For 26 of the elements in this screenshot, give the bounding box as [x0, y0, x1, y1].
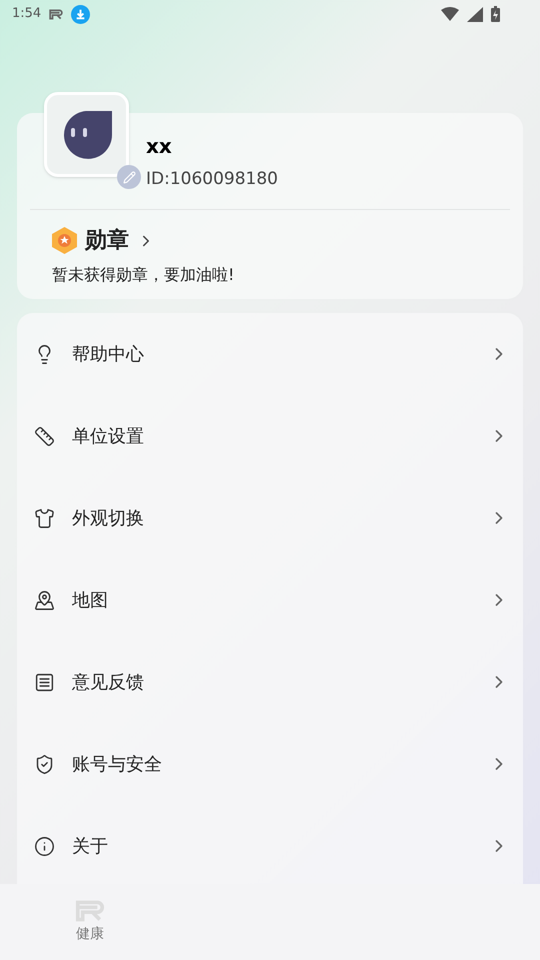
- battery-icon: [491, 6, 500, 22]
- download-icon: [71, 4, 90, 24]
- menu-item[interactable]: 单位设置: [17, 395, 523, 477]
- menu-item[interactable]: 账号与安全: [17, 723, 523, 805]
- menu-item[interactable]: 关于: [17, 805, 523, 884]
- pencil-icon: [122, 170, 136, 184]
- user-id: ID:1060098180: [146, 168, 279, 191]
- shirt-icon: [34, 508, 55, 528]
- user-name: xx: [146, 133, 173, 160]
- map-pin-icon: [34, 590, 55, 610]
- medal-icon: [52, 227, 77, 254]
- shield-icon: [34, 754, 55, 774]
- status-time: 1:54: [12, 5, 42, 24]
- menu-item[interactable]: 外观切换: [17, 477, 523, 559]
- avatar-frame[interactable]: [44, 92, 129, 177]
- menu-item[interactable]: 意见反馈: [17, 641, 523, 723]
- badges-note: 暂未获得勋章，要加油啦!: [52, 264, 236, 286]
- badges-link[interactable]: 勋章: [52, 224, 155, 257]
- wifi-icon: [441, 7, 459, 21]
- watch-logo-icon: [49, 8, 64, 20]
- menu-item[interactable]: 地图: [17, 559, 523, 641]
- note-icon: [34, 672, 55, 692]
- ruler-icon: [34, 426, 55, 446]
- menu-item[interactable]: 帮助中心: [17, 313, 523, 395]
- info-icon: [34, 836, 55, 856]
- signal-icon: [467, 6, 483, 22]
